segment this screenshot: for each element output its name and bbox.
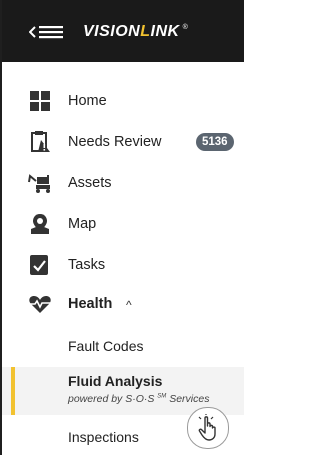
sidebar-item-label: Needs Review	[68, 134, 162, 150]
app-frame: VISION L INK ® Home Needs Review 5136 As…	[0, 0, 244, 455]
sidebar-item-tasks[interactable]: Tasks	[0, 247, 244, 283]
sidebar-subitem-label: Fluid Analysis	[68, 373, 163, 389]
hand-tap-icon	[198, 414, 216, 441]
chevron-up-icon: ^	[126, 298, 132, 312]
sidebar-item-home[interactable]: Home	[0, 83, 244, 119]
map-icon	[28, 212, 52, 236]
sidebar-item-map[interactable]: Map	[0, 206, 244, 242]
active-indicator	[11, 367, 15, 415]
powered-by-text: powered by S·O·S SM Services	[68, 393, 210, 405]
sidebar-subitem-label: Inspections	[68, 429, 139, 445]
sidebar-item-health[interactable]: Health ^	[0, 286, 244, 322]
sidebar-item-needs-review[interactable]: Needs Review 5136	[0, 124, 244, 160]
visionlink-logo: VISION L INK ®	[83, 23, 189, 40]
assist-button[interactable]	[187, 407, 229, 449]
tasks-icon	[28, 253, 52, 277]
sidebar-item-assets[interactable]: Assets	[0, 165, 244, 201]
window-edge	[0, 0, 2, 455]
assets-icon	[28, 171, 52, 195]
sidebar-item-label: Home	[68, 93, 107, 109]
top-bar: VISION L INK ®	[0, 0, 244, 62]
needs-review-icon	[28, 130, 52, 154]
sidebar-subitem-label: Fault Codes	[68, 338, 144, 354]
sidebar-item-label: Health	[68, 296, 113, 312]
sidebar-item-label: Assets	[68, 175, 112, 191]
health-icon	[28, 292, 52, 316]
sidebar-item-label: Map	[68, 216, 97, 232]
needs-review-count-badge: 5136	[196, 133, 234, 151]
sidebar-item-label: Tasks	[68, 257, 106, 273]
home-grid-icon	[28, 89, 52, 113]
menu-collapse-icon	[28, 26, 63, 39]
menu-collapse-button[interactable]	[28, 24, 65, 40]
sidebar-subitem-fault-codes[interactable]: Fault Codes	[0, 328, 244, 364]
